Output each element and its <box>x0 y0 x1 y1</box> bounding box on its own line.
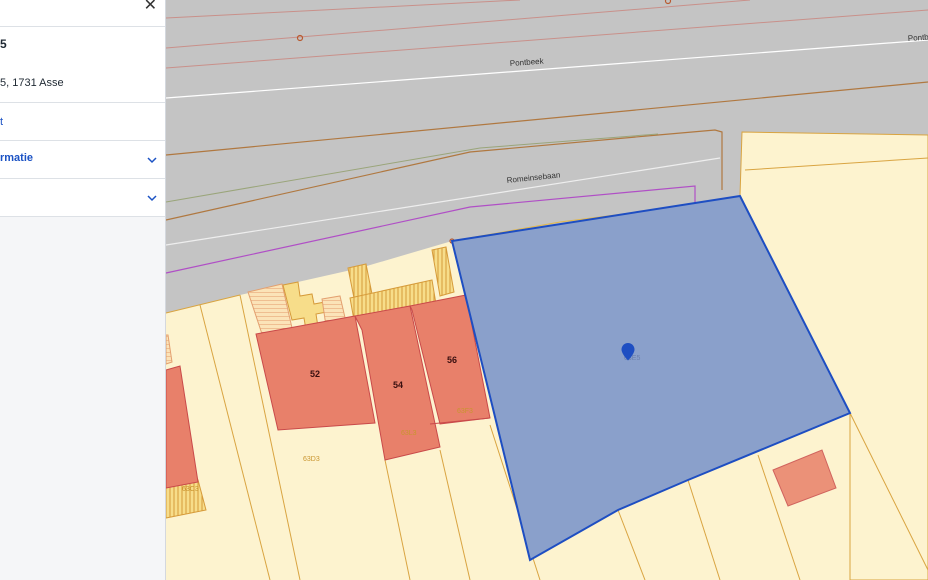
house-number-label: 54 <box>393 380 403 390</box>
chevron-down-icon[interactable] <box>147 155 157 165</box>
parcel-code-label: 63C3 <box>182 486 199 493</box>
parcel-code-label: 63F3 <box>457 408 473 415</box>
close-icon[interactable]: ✕ <box>144 0 157 14</box>
chevron-down-icon[interactable] <box>147 193 157 203</box>
panel-link-row[interactable]: t <box>0 103 165 141</box>
panel-section-2[interactable] <box>0 179 165 217</box>
house-number-label: 52 <box>310 369 320 379</box>
panel-info-row: 5 5, 1731 Asse <box>0 27 165 103</box>
section-label: rmatie <box>0 152 34 164</box>
parcel-title: 5 <box>0 37 7 51</box>
side-panel: ✕ 5 5, 1731 Asse t rmatie <box>0 0 166 580</box>
parcel-code-label: 63D3 <box>303 456 320 463</box>
panel-section-info[interactable]: rmatie <box>0 141 165 179</box>
parcel-code-label: 63L3 <box>401 430 417 437</box>
street-label-pontbeek-edge: Pontb <box>908 33 928 43</box>
panel-link[interactable]: t <box>0 116 3 128</box>
parcel-address: 5, 1731 Asse <box>0 77 64 89</box>
panel-header-row: ✕ <box>0 0 165 27</box>
house-number-label: 56 <box>447 355 457 365</box>
